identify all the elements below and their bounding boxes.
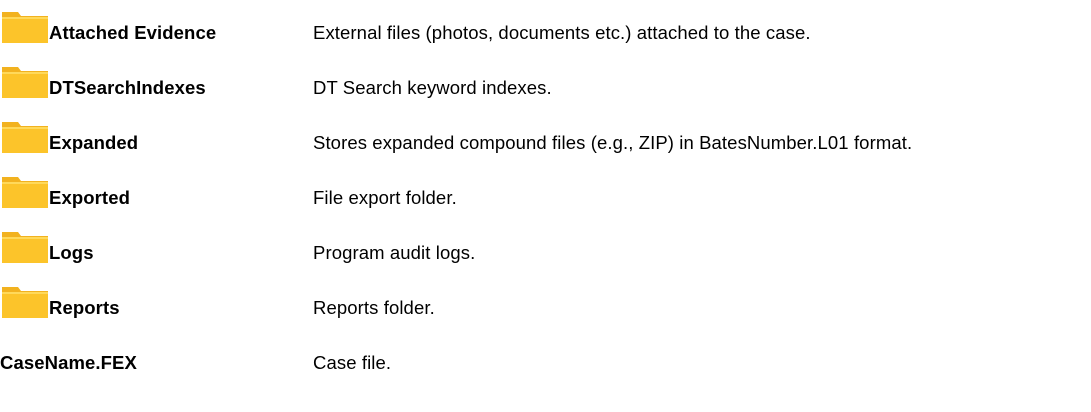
list-item-attached-evidence: Attached Evidence External files (photos… bbox=[0, 10, 1091, 50]
entry-name: Attached Evidence bbox=[49, 22, 217, 43]
entry-name: Expanded bbox=[49, 132, 139, 153]
list-item-casename-fex: CaseName.FEX Case file. bbox=[0, 340, 1091, 380]
list-item-reports: Reports Reports folder. bbox=[0, 285, 1091, 325]
entry-description: DT Search keyword indexes. bbox=[313, 77, 552, 98]
list-item-dtsearchindexes: DTSearchIndexes DT Search keyword indexe… bbox=[0, 65, 1091, 105]
entry-description: Case file. bbox=[313, 352, 392, 373]
entry-name: CaseName.FEX bbox=[0, 352, 137, 373]
entry-description: External files (photos, documents etc.) … bbox=[313, 22, 811, 43]
folder-icon bbox=[2, 11, 48, 43]
folder-icon bbox=[2, 66, 48, 98]
entry-name: Logs bbox=[49, 242, 94, 263]
case-folder-structure-list: Attached Evidence External files (photos… bbox=[0, 0, 1091, 412]
entry-description: File export folder. bbox=[313, 187, 457, 208]
folder-icon bbox=[2, 231, 48, 263]
list-item-expanded: Expanded Stores expanded compound files … bbox=[0, 120, 1091, 160]
entry-description: Program audit logs. bbox=[313, 242, 476, 263]
list-item-logs: Logs Program audit logs. bbox=[0, 230, 1091, 270]
folder-icon bbox=[2, 121, 48, 153]
entry-name: Reports bbox=[49, 297, 120, 318]
list-item-exported: Exported File export folder. bbox=[0, 175, 1091, 215]
entry-description: Reports folder. bbox=[313, 297, 435, 318]
entry-name: DTSearchIndexes bbox=[49, 77, 206, 98]
entry-name: Exported bbox=[49, 187, 130, 208]
entry-description: Stores expanded compound files (e.g., ZI… bbox=[313, 132, 913, 153]
folder-icon bbox=[2, 286, 48, 318]
folder-icon bbox=[2, 176, 48, 208]
